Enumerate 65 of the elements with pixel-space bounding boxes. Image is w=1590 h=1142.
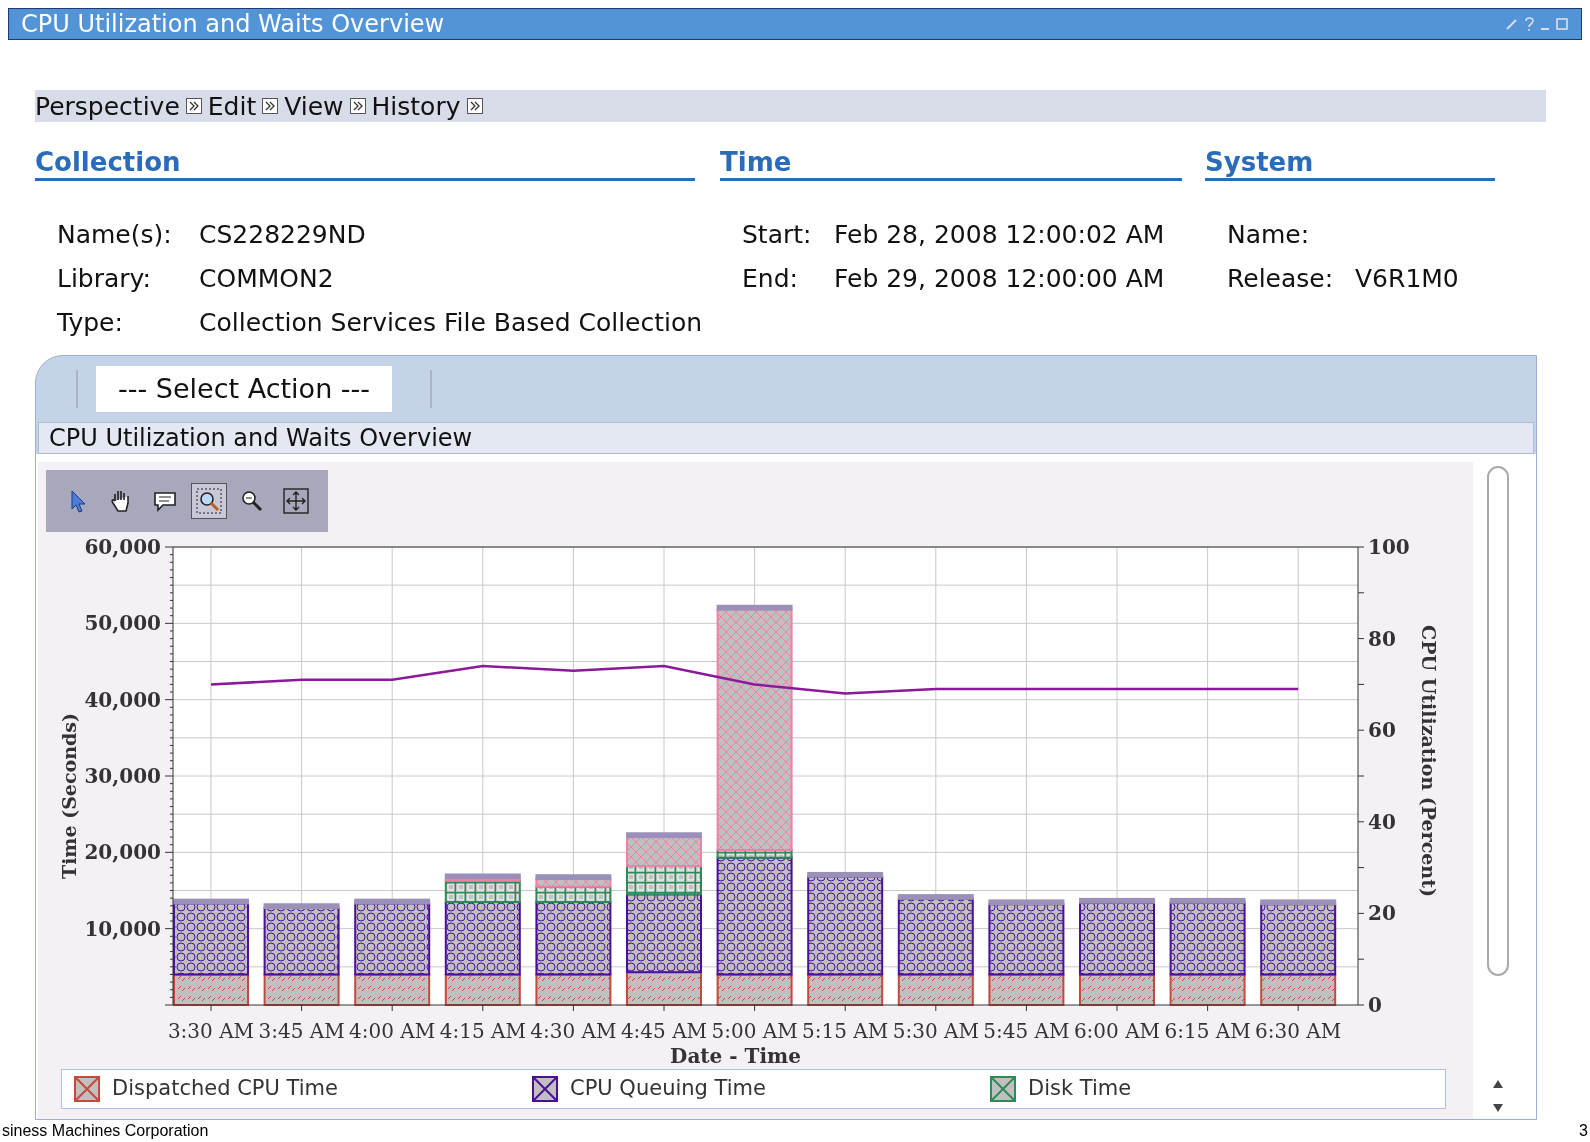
y-axis-title: Time (Seconds): [58, 713, 80, 879]
field-label: End:: [742, 263, 799, 295]
field-label: Type:: [57, 307, 124, 339]
scroll-up-icon[interactable]: [1492, 1079, 1504, 1089]
footer-text: siness Machines Corporation: [2, 1121, 209, 1141]
axis-tick-label: 4:00 AM: [349, 1019, 436, 1043]
axis-tick-label: 6:15 AM: [1164, 1019, 1251, 1043]
y-axis-title: CPU Utilization (Percent): [1418, 625, 1440, 897]
expand-arrow-icon[interactable]: [466, 98, 483, 114]
field-value: Collection Services File Based Collection: [199, 307, 703, 339]
axis-tick-label: 30,000: [84, 764, 161, 788]
panel-title: CPU Utilization and Waits Overview: [49, 426, 473, 450]
field-label: Name(s):: [57, 219, 173, 251]
field-label: Name:: [1227, 219, 1311, 251]
menu-item[interactable]: Perspective: [35, 93, 180, 119]
chart-tool-button[interactable]: [190, 483, 227, 519]
legend-label: CPU Queuing Time: [570, 1075, 766, 1103]
field-label: Release:: [1227, 263, 1335, 295]
window-title: CPU Utilization and Waits Overview: [21, 12, 445, 36]
menu-item[interactable]: Edit: [207, 93, 257, 119]
scroll-down-icon[interactable]: [1492, 1103, 1504, 1113]
axis-tick-label: 10,000: [84, 916, 161, 941]
field-value: V6R1M0: [1355, 263, 1459, 295]
axis-tick-label: 4:15 AM: [439, 1019, 526, 1043]
menu-item[interactable]: View: [284, 93, 344, 119]
axis-tick-label: 4:45 AM: [620, 1019, 708, 1043]
expand-arrow-icon[interactable]: [349, 98, 366, 114]
x-axis-title: Date - Time: [670, 1044, 801, 1067]
field-label: Library:: [57, 263, 153, 295]
axis-tick-label: 5:30 AM: [892, 1019, 979, 1043]
select-action-dropdown[interactable]: --- Select Action ---: [96, 366, 393, 412]
menu-item[interactable]: History: [371, 93, 461, 119]
field-value: Feb 28, 2008 12:00:02 AM: [834, 219, 1165, 251]
axis-tick-label: 100: [1368, 535, 1410, 559]
field-value: Feb 29, 2008 12:00:00 AM: [834, 263, 1165, 295]
field-value: COMMON2: [199, 263, 334, 295]
axis-tick-label: 60: [1368, 718, 1396, 743]
axis-tick-label: 6:30 AM: [1255, 1019, 1342, 1043]
scrollbar-thumb[interactable]: [1487, 466, 1509, 976]
legend-label: Disk Time: [1028, 1075, 1132, 1103]
axis-tick-label: 3:30 AM: [167, 1019, 255, 1043]
axis-tick-label: 4:30 AM: [530, 1019, 617, 1043]
axis-tick-label: 5:15 AM: [802, 1019, 889, 1043]
field-value: CS228229ND: [199, 219, 366, 251]
zoom-box-icon: [194, 487, 223, 515]
axis-tick-label: 3:45 AM: [258, 1019, 345, 1043]
field-label: Start:: [742, 219, 813, 251]
axis-tick-label: 40,000: [84, 687, 161, 712]
section-heading: Collection: [35, 146, 695, 181]
axis-tick-label: 5:45 AM: [983, 1019, 1070, 1043]
axis-tick-label: 20,000: [84, 840, 161, 865]
axis-tick-label: 50,000: [84, 611, 161, 636]
axis-tick-label: 20: [1368, 901, 1396, 926]
axis-tick-label: 60,000: [84, 535, 161, 559]
axis-tick-label: 40: [1368, 809, 1396, 834]
axis-tick-label: 0: [1368, 993, 1382, 1017]
axis-tick-label: 6:00 AM: [1073, 1019, 1161, 1043]
section-heading: Time: [720, 146, 1182, 181]
legend-label: Dispatched CPU Time: [112, 1075, 338, 1103]
expand-arrow-icon[interactable]: [262, 98, 279, 114]
section-heading: System: [1205, 146, 1495, 181]
move-icon: [282, 487, 311, 515]
axis-tick-label: 80: [1368, 626, 1396, 651]
axis-tick-label: 5:00 AM: [711, 1019, 798, 1043]
page-number: 3: [1579, 1121, 1588, 1141]
